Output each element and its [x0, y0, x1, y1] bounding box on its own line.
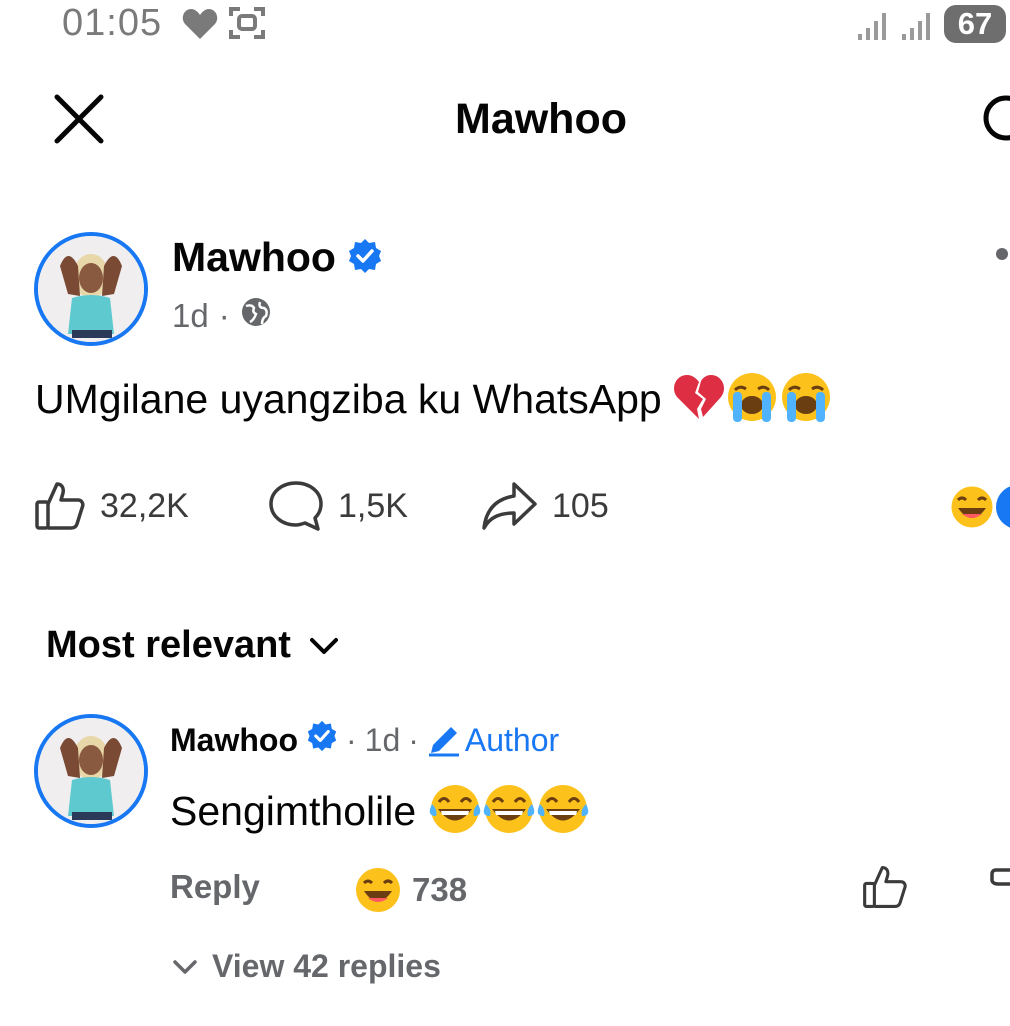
comment-dislike-button[interactable]	[990, 864, 1010, 915]
author-badge: Author	[427, 722, 559, 759]
chevron-down-icon	[309, 637, 338, 654]
meta-separator: ·	[218, 297, 230, 334]
search-icon	[983, 95, 1010, 141]
comment-author-name[interactable]: Mawhoo	[170, 722, 298, 759]
thumbs-down-icon	[990, 868, 1010, 886]
post-body: UMgilane uyangziba ku WhatsApp	[35, 375, 662, 422]
verified-badge-icon	[347, 237, 383, 284]
comment-avatar[interactable]	[34, 714, 148, 828]
thumbs-up-icon	[35, 482, 85, 530]
sort-label: Most relevant	[46, 624, 291, 666]
comment-text: Sengimtholile	[170, 782, 590, 846]
comment-age: 1d	[364, 721, 401, 758]
broken-heart-icon	[673, 373, 725, 431]
more-options-icon[interactable]	[996, 248, 1008, 260]
avatar[interactable]	[34, 232, 148, 346]
share-button[interactable]: 105	[480, 480, 609, 532]
search-button[interactable]	[976, 92, 1010, 152]
comment-sort-dropdown[interactable]: Most relevant	[46, 624, 339, 667]
screenshot-icon	[228, 4, 266, 47]
pencil-icon	[428, 727, 459, 757]
post-age: 1d	[172, 297, 209, 334]
comment-button[interactable]: 1,5K	[268, 480, 408, 532]
tears-of-joy-icon	[482, 782, 536, 846]
post-text: UMgilane uyangziba ku WhatsApp	[35, 370, 833, 434]
meta-separator: ·	[408, 721, 419, 758]
tears-of-joy-icon	[428, 782, 482, 846]
thumbs-up-icon	[863, 865, 907, 909]
post-meta: 1d ·	[172, 296, 272, 336]
like-count: 32,2K	[100, 486, 189, 525]
page-title: Mawhoo	[455, 95, 627, 143]
comment-like-button[interactable]	[862, 864, 908, 915]
comment-header: Mawhoo · 1d · Author	[170, 720, 559, 760]
comment-reactions[interactable]: 738	[354, 866, 467, 914]
signal-icon	[858, 10, 892, 45]
share-count: 105	[552, 486, 609, 525]
view-replies-button[interactable]: View 42 replies	[172, 948, 441, 985]
profile-photo	[38, 236, 144, 342]
post-author-name[interactable]: Mawhoo	[172, 234, 383, 284]
status-time: 01:05	[62, 2, 163, 44]
reply-button[interactable]: Reply	[170, 868, 260, 906]
chevron-down-icon	[173, 959, 197, 974]
like-button[interactable]: 32,2K	[34, 480, 189, 532]
verified-badge-icon	[306, 720, 338, 760]
reaction-summary[interactable]	[948, 482, 1010, 537]
comment-body: Sengimtholile	[170, 787, 417, 834]
comment-count: 1,5K	[338, 486, 408, 525]
meta-separator: ·	[345, 721, 357, 758]
loudly-crying-face-icon	[779, 370, 833, 434]
battery-indicator: 67	[944, 5, 1006, 43]
tears-of-joy-icon	[536, 782, 590, 846]
signal-icon	[902, 10, 936, 45]
comment-icon	[269, 481, 323, 531]
share-icon	[482, 482, 537, 530]
loudly-crying-face-icon	[725, 370, 779, 434]
globe-icon	[240, 296, 272, 336]
comment-reaction-count: 738	[412, 871, 468, 908]
view-replies-label: View 42 replies	[212, 948, 441, 984]
author-name-text: Mawhoo	[172, 234, 336, 280]
profile-photo	[38, 718, 144, 824]
grinning-face-icon	[356, 868, 400, 912]
grinning-face-icon	[948, 483, 1010, 531]
heart-icon	[182, 8, 218, 45]
author-badge-label: Author	[464, 721, 560, 758]
